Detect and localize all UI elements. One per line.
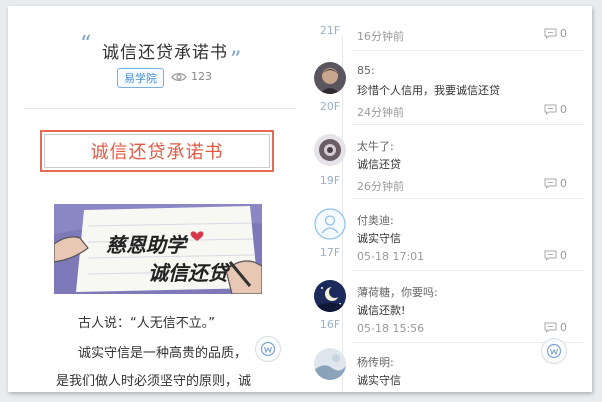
- banner-image: 慈恩助学 诚信还贷: [54, 204, 262, 294]
- paragraph-1: 古人说：“人无信不立。”: [78, 316, 215, 331]
- comment-time: 05-18 15:56: [357, 322, 425, 335]
- comment-icon: [544, 28, 557, 39]
- reply-button[interactable]: 0: [544, 103, 567, 116]
- wechat-icon: [546, 343, 562, 359]
- banner-text-1: 慈恩助学: [106, 233, 189, 257]
- headline-box: 诚信还贷承诺书: [40, 130, 274, 172]
- comment-time: 24分钟前: [357, 106, 404, 119]
- reply-button[interactable]: 0: [544, 177, 567, 190]
- article-panel: “ 诚信还贷承诺书 ” 易学院 123 诚信还贷承诺书 慈恩助学 诚信还贷 古人…: [8, 6, 306, 392]
- comment-divider: [352, 270, 584, 271]
- paragraph-3: 是我们做人时必须坚守的原则，诚: [56, 374, 252, 389]
- open-quote-icon: “: [80, 32, 92, 57]
- headline: 诚信还贷承诺书: [44, 134, 270, 168]
- reply-count: 0: [560, 177, 567, 190]
- comment-icon: [544, 322, 557, 333]
- comment-divider: [352, 50, 584, 51]
- commenter-name[interactable]: 85:: [357, 64, 375, 77]
- reply-button[interactable]: 0: [544, 321, 567, 334]
- commenter-name[interactable]: 杨传明:: [357, 354, 394, 370]
- divider: [24, 108, 296, 109]
- comment-text: 诚实守信: [357, 374, 401, 387]
- wechat-icon: [260, 341, 276, 357]
- avatar-image: [314, 62, 346, 94]
- comment-time: 26分钟前: [357, 180, 404, 193]
- comment-text: 诚实守信: [357, 232, 401, 245]
- comment-time: 16分钟前: [357, 30, 404, 43]
- commenter-name[interactable]: 薄荷糖，你要吗:: [357, 284, 438, 300]
- comment-divider: [352, 198, 584, 199]
- category-tag[interactable]: 易学院: [117, 68, 164, 88]
- reply-count: 0: [560, 103, 567, 116]
- view-count: 123: [171, 70, 212, 83]
- avatar-image: [314, 280, 346, 312]
- comment-time: 05-18 17:01: [357, 250, 425, 263]
- reply-button[interactable]: 0: [544, 249, 567, 262]
- comment-text: 珍惜个人信用，我要诚信还贷: [357, 84, 500, 97]
- comments-panel: 21F 16分钟前 0 20F 85: 珍惜个人信用，我要诚信还贷 24分钟前 …: [306, 6, 592, 392]
- comment-divider: [352, 124, 584, 125]
- article-title: 诚信还贷承诺书: [102, 43, 228, 63]
- comment-text: 诚信还款!: [357, 304, 406, 317]
- avatar-image: [314, 348, 346, 380]
- avatar[interactable]: [314, 280, 346, 312]
- avatar[interactable]: [314, 348, 346, 380]
- avatar[interactable]: [314, 134, 346, 166]
- reply-count: 0: [560, 27, 567, 40]
- view-count-value: 123: [191, 70, 212, 83]
- wechat-share-button[interactable]: [541, 338, 567, 364]
- reply-button[interactable]: 0: [544, 27, 567, 40]
- avatar[interactable]: [314, 62, 346, 94]
- close-quote-icon: ”: [230, 48, 242, 73]
- commenter-name[interactable]: 付奥迪:: [357, 212, 394, 228]
- eye-icon: [171, 72, 187, 81]
- reply-count: 0: [560, 249, 567, 262]
- floor-label: 21F: [319, 24, 341, 37]
- banner-text-2: 诚信还贷: [148, 261, 231, 285]
- floor-label: 19F: [319, 174, 341, 187]
- reply-count: 0: [560, 321, 567, 334]
- avatar[interactable]: [314, 208, 346, 240]
- comment-icon: [544, 178, 557, 189]
- default-avatar-icon: [314, 208, 346, 240]
- avatar-image: [314, 134, 346, 166]
- paragraph-2: 诚实守信是一种高贵的品质，: [78, 346, 248, 361]
- floor-label: 17F: [319, 246, 341, 259]
- floor-label: 20F: [319, 100, 341, 113]
- floor-label: 16F: [319, 318, 341, 331]
- comment-icon: [544, 104, 557, 115]
- comment-icon: [544, 250, 557, 261]
- comment-text: 诚信还贷: [357, 158, 401, 171]
- wechat-share-button[interactable]: [255, 336, 281, 362]
- screenshot-frame: “ 诚信还贷承诺书 ” 易学院 123 诚信还贷承诺书 慈恩助学 诚信还贷 古人…: [8, 6, 592, 392]
- commenter-name[interactable]: 太牛了:: [357, 138, 394, 154]
